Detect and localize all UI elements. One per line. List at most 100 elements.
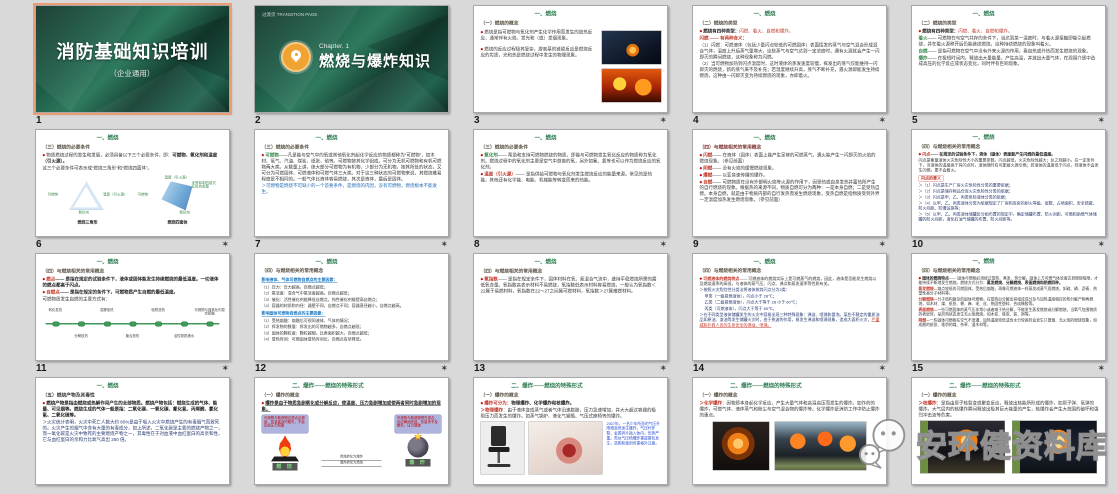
slide-number: 6	[36, 239, 42, 250]
definition: 自燃—— 是指可燃物在空气中没有外来火源的作用，靠自热或外热而发生燃烧的现象。	[919, 48, 1099, 54]
slide-number: 2	[255, 115, 261, 126]
bullet-text: ◆可燃物——凡是能与空气中的氧或其他氧化剂起化学反应的物质都称为“可燃物”，如木…	[262, 153, 442, 183]
slide-thumbnail-17[interactable]: 二、爆炸——燃烧的特殊形式 （一）爆炸的概念 ◆爆炸是由于物质急剧氧化或分解反应…	[254, 377, 449, 485]
list-item: （3）固体的颗粒度：颗粒越细，比表面积越大，自燃点越低；	[262, 331, 442, 336]
bullet-text: ◆爆炸是由于物质急剧氧化或分解反应，使温度、压力急剧增加或使两者同时急剧增加的现…	[262, 401, 442, 413]
slide-header: 二、爆炸——燃烧的特殊形式	[730, 383, 879, 390]
definition: 爆炸—— 在极短时间内，释放出大量能量，产生高温，并放出大量气体，在周围介质中造…	[919, 55, 1099, 67]
slide-section: （四）与燃烧相关的常用概念	[481, 268, 661, 274]
slide-thumbnail-19[interactable]: 二、爆炸——燃烧的特殊形式 （一）爆炸的概念 ＞化学爆炸：因物质本身起化学反应，…	[692, 377, 887, 485]
slide-section: （四）与燃烧相关的常用概念	[700, 268, 880, 274]
list-item: （1）受热熔融：熔融后可视同液体、气体的情况；	[262, 318, 442, 323]
combustion-callout: 可燃物与助燃物边混合边燃烧，热量能及时散失，不会形成压力积聚	[262, 414, 309, 433]
slide-section: （五）燃烧产物及其毒性	[43, 392, 223, 398]
slide-thumbnail-13[interactable]: 一、燃烧 （四）与燃烧相关的常用概念 ◆氧指数—— 是指在规定条件下，固体材料在…	[473, 253, 668, 361]
combustion-vs-explosion-diagram: 可燃物与助燃物边混合边燃烧，热量能及时散失，不会形成压力积聚 燃 烧 燃烧转化为…	[262, 414, 442, 470]
slide-section: （四）与燃烧相关的常用概念	[700, 144, 880, 150]
slide-number: 12	[255, 363, 266, 374]
slide-number: 15	[912, 363, 923, 374]
bullet-text: ◆燃烧的反应过程极其复杂，游离基的链锁反应是燃烧反应的实质，光和热是燃烧过程中发…	[481, 46, 597, 58]
slide-header: 一、燃烧	[535, 259, 661, 266]
slide-section: （二）燃烧的类型	[919, 20, 1099, 26]
slide-thumbnail-10[interactable]: 一、燃烧 （四）与燃烧相关的常用概念 ◆闪点—— 在规定的试验条件下，液体（固体…	[911, 129, 1106, 237]
slide-header: 一、燃烧	[754, 259, 880, 266]
slide-section: （四）与燃烧相关的常用概念	[43, 268, 223, 274]
definition: ◆固体的燃烧特点—— 固体可燃物必须经过受热、蒸发、热分解，固体上方可燃气体浓度…	[919, 276, 1099, 286]
list-item: （2）氧浓度：混合气中氧浓度越高，自燃点越低；	[262, 291, 442, 296]
animation-star-icon: ✶	[1097, 239, 1105, 250]
slide-section: （一）爆炸的概念	[700, 392, 880, 398]
slide-header: 二、爆炸——燃烧的特殊形式	[511, 383, 660, 390]
explosion-photo-1	[713, 421, 770, 470]
slide-header: 一、燃烧	[316, 259, 442, 266]
bullet-text: ◆物质燃烧过程的发生和发展，必须具备以下三个必要条件，即：可燃物、氧化剂和温度（…	[43, 153, 223, 165]
gas-lift-chair-photo	[481, 421, 525, 474]
accident-caption: 2007年，一名少年所坐的气压升降椅突然发生爆炸，气压杆炸裂，金属碎片插入体内，…	[607, 421, 661, 474]
slide-thumbnail-5[interactable]: 一、燃烧 （二）燃烧的类型 ◆燃烧有四种类型：闪燃、着火、自燃和爆炸。 着火——…	[911, 5, 1106, 113]
chapter-number: Chapter. 1	[319, 43, 431, 50]
explosion-label: 爆 炸	[405, 459, 430, 467]
slide-number: 7	[255, 239, 261, 250]
slide-thumbnail-8[interactable]: 一、燃烧 （三）燃烧的必要条件 ◆氧化剂—— 帮助和支持可燃物燃烧的物质，即能与…	[473, 129, 668, 237]
paragraph: 阴燃—一些固体可燃物在空气不流通、加热温度较低或含水分较高时会发生只冒烟、无火焰…	[919, 318, 1099, 327]
definition: ◆爆燃—— 以亚音速传播的爆炸。	[700, 172, 880, 178]
slide-section: （四）与燃烧相关的常用概念	[919, 144, 1099, 150]
slide-thumbnail-12[interactable]: 一、燃烧 （四）与燃烧相关的常用概念 影响液体、气体可燃物自燃点的主要因素： （…	[254, 253, 449, 361]
slide-thumbnail-11[interactable]: 一、燃烧 （四）与燃烧相关的常用概念 ◆燃点—— 是指在规定的试验条件下，液体或…	[35, 253, 230, 361]
note-text: ＞按照火灾危险性分类法将液体按其闪点分为3类：	[700, 288, 880, 293]
slide-header: 二、爆炸——燃烧的特殊形式	[292, 383, 441, 390]
definition: ◆燃点—— 是指在规定的试验条件下，液体或固体能发生持续燃烧的最低温度。一切液体…	[43, 277, 223, 289]
slide-thumbnail-18[interactable]: 二、爆炸——燃烧的特殊形式 （一）爆炸的概念 ◆爆炸可分为：物理爆炸、化学爆炸和…	[473, 377, 668, 485]
slide-number: 3	[474, 115, 480, 126]
slide-thumbnail-7[interactable]: 一、燃烧 （三）燃烧的必要条件 ◆可燃物——凡是能与空气中的氧或其他氧化剂起化学…	[254, 129, 449, 237]
slide-section: （三）燃烧的必要条件	[262, 144, 442, 150]
animation-star-icon: ✶	[659, 363, 667, 374]
note-text: ＞可燃物是燃烧不可缺少的一个首要条件，是燃烧的内因，没有可燃物，燃烧根本不能发生…	[262, 183, 442, 195]
slide-header: 一、燃烧	[754, 11, 880, 18]
slide-section: （三）燃烧的必要条件	[481, 144, 661, 150]
slide-thumbnail-2[interactable]: 过渡页 TRANSITION PAGE Chapter. 1 燃烧与爆炸知识	[254, 5, 449, 113]
bullet-text: ◆燃烧产物是指由燃烧或热解作用产生的全部物质。燃烧产物包括：燃烧生成的气体、能量…	[43, 401, 223, 419]
accident-photo	[529, 421, 603, 474]
slide-thumbnail-14[interactable]: 一、燃烧 （四）与燃烧相关的常用概念 ◆可燃液体的燃烧特点—— 可燃液体的燃烧实…	[692, 253, 887, 361]
paragraph: （2）当可燃物加热到闪点温度时，这时液体的蒸发速度较慢，挥发出的蒸气仅能维持一闪…	[700, 61, 880, 79]
slide-header: 一、燃烧	[973, 259, 1099, 266]
slide-section: （一）爆炸的概念	[481, 392, 661, 398]
definition: ◆闪燃—— 在液体（固体）表面上能产生足够的可燃蒸气，遇火能产生一闪即灭的火焰的…	[700, 153, 880, 165]
slide-thumbnail-20[interactable]: 二、爆炸——燃烧的特殊形式 （一）爆炸的概念 ＞核爆炸：是指由原子核裂变或聚变反…	[911, 377, 1106, 485]
slide-thumbnail-6[interactable]: 一、燃烧 （三）燃烧的必要条件 ◆物质燃烧过程的发生和发展，必须具备以下三个必要…	[35, 129, 230, 237]
slide-thumbnail-16[interactable]: 一、燃烧 （五）燃烧产物及其毒性 ◆燃烧产物是指由燃烧或热解作用产生的全部物质。…	[35, 377, 230, 485]
slide-number: 5	[912, 115, 918, 126]
animation-star-icon: ✶	[878, 239, 886, 250]
physical-explosion-definition: ＞物理爆炸：由于液体变成蒸气或者气体迅速膨胀，压力急速增加，并大大超过容器的极限…	[481, 407, 661, 419]
slide-header: 一、燃烧	[97, 135, 223, 142]
chemical-explosion-definition: ＞化学爆炸：因物质本身起化学反应，产生大量气体和高温高压而发生的爆炸。如炸药的爆…	[700, 401, 880, 419]
slide-thumbnail-3[interactable]: 一、燃烧 （一）燃烧的概念 ◆燃烧是指可燃物与氧化剂产生化学作用而发生的放热反应…	[473, 5, 668, 113]
chapter-title: 燃烧与爆炸知识	[319, 50, 431, 71]
slide-section: （一）燃烧的概念	[481, 20, 661, 26]
definition: ◆可燃液体的燃烧特点—— 可燃液体的燃烧实际上是可燃蒸气的燃烧，因此，液体是否能…	[700, 276, 880, 286]
slide-number: 9	[693, 239, 699, 250]
class-c: 丙类（可燃液体），闪点大于等于 60℃。	[705, 306, 880, 311]
flash-burn-lead: 闪燃 —— 有两种含义：	[700, 35, 880, 41]
flame-base-graphic	[271, 456, 299, 461]
slide-thumbnail-4[interactable]: 一、燃烧 （二）燃烧的类型 ◆燃烧有四种类型：闪燃、着火、自燃和爆炸。 闪燃 —…	[692, 5, 887, 113]
paragraph: 蒸发燃烧—熔点较低的可燃固体，受热后熔融，再像可燃液体一样蒸发成蒸气而燃烧，如硫…	[919, 286, 1099, 295]
slide-number: 14	[693, 363, 704, 374]
slide-thumbnail-15[interactable]: 一、燃烧 （四）与燃烧相关的常用概念 ◆固体的燃烧特点—— 固体可燃物必须经过受…	[911, 253, 1106, 361]
explosion-callout: 可燃物与助燃物预先混合，反应瞬间完成，热量来不及散失，压力骤增	[395, 414, 442, 433]
slide-number: 13	[474, 363, 485, 374]
slide-thumbnail-9[interactable]: 一、燃烧 （四）与燃烧相关的常用概念 ◆闪燃—— 在液体（固体）表面上能产生足够…	[692, 129, 887, 237]
paragraph: （1）闪燃：可燃液体（包括少量闪点较低的可燃固体）表面挥发的蒸气与空气混合形成混…	[700, 42, 880, 60]
slide-header: 一、燃烧	[535, 135, 661, 142]
slide-header: 一、燃烧	[97, 259, 223, 266]
animation-star-icon: ✶	[440, 239, 448, 250]
definition: ◆温度（引火源）—— 是指供给可燃物与氧化剂发生燃烧反应的能量来源。常见的是热能…	[481, 171, 661, 183]
slide-sorter-view: 消防基础知识培训 （企业通用） 1 过渡页 TRANSITION PAGE Ch…	[0, 0, 1118, 494]
slide-section: （四）与燃烧相关的常用概念	[262, 268, 442, 274]
slide-thumbnail-1[interactable]: 消防基础知识培训 （企业通用）	[35, 5, 230, 113]
slide-section: （四）与燃烧相关的常用概念	[919, 268, 1099, 274]
nuclear-explosion-photo-1: 核 爆 炸	[920, 420, 1005, 473]
slide-section: （一）爆炸的概念	[919, 392, 1099, 398]
photo-label: 核 爆 炸	[921, 421, 929, 473]
